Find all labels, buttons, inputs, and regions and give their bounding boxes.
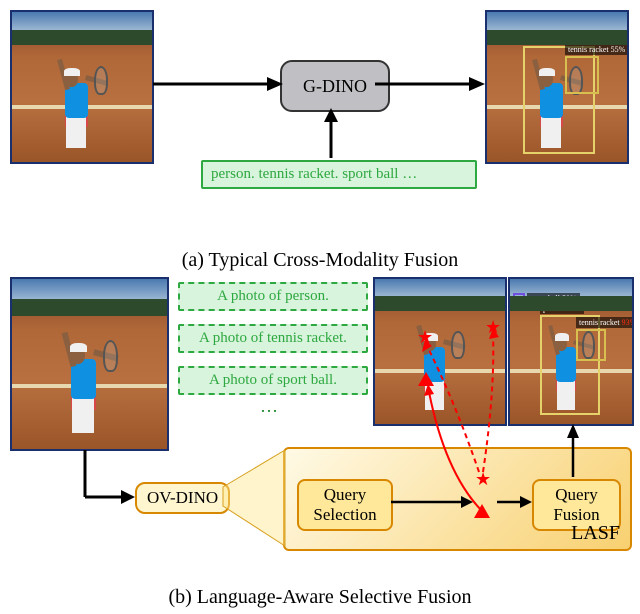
detection-racket-b: tennis racket 93% xyxy=(576,329,606,361)
ovdino-label: OV-DINO xyxy=(147,488,218,507)
mid-star-left: ★ xyxy=(417,327,433,348)
gdino-label: G-DINO xyxy=(303,76,367,97)
detection-racket-a: tennis racket 55% xyxy=(565,56,599,94)
detection-label-ball-b: sport ball 59% xyxy=(527,293,580,304)
caption-a: (a) Typical Cross-Modality Fusion xyxy=(5,249,635,272)
detection-label-racket-a: tennis racket 55% xyxy=(565,44,628,55)
lasf-star: ★ xyxy=(475,469,491,490)
lasf-triangle xyxy=(474,504,490,518)
lasf-label: LASF xyxy=(571,522,620,545)
prompt-text-a: person. tennis racket. sport ball … xyxy=(201,160,477,189)
mid-star-right: ★ xyxy=(485,317,501,338)
detection-label-person-a: person 63% xyxy=(523,34,567,45)
caption-b: (b) Language-Aware Selective Fusion xyxy=(5,586,635,609)
figure-container: G-DINO person. tennis racket. sport ball… xyxy=(5,5,635,609)
query-selection-box: Query Selection xyxy=(297,479,393,531)
prompts-ellipsis: … xyxy=(260,396,280,417)
prompt-racket: A photo of tennis racket. xyxy=(178,324,368,353)
mid-triangle xyxy=(418,372,434,386)
input-image-a xyxy=(10,10,154,164)
prompt-ball: A photo of sport ball. xyxy=(178,366,368,395)
detection-label-person-b: person 87% xyxy=(540,303,584,314)
mid-image-b xyxy=(373,277,507,426)
output-image-a: person 63% tennis racket 55% xyxy=(485,10,629,164)
output-image-b: sport ball 59% person 87% tennis racket … xyxy=(508,277,634,426)
ovdino-box: OV-DINO xyxy=(135,482,230,514)
gdino-box: G-DINO xyxy=(280,60,390,112)
lasf-box: Query Selection Query Fusion ★ LASF xyxy=(283,447,632,551)
section-b: A photo of person. A photo of tennis rac… xyxy=(5,272,635,582)
detection-ball-b: sport ball 59% xyxy=(513,293,525,305)
section-a: G-DINO person. tennis racket. sport ball… xyxy=(5,5,635,245)
detection-label-racket-b: tennis racket 93% xyxy=(576,317,634,328)
input-image-b xyxy=(10,277,169,451)
prompt-person: A photo of person. xyxy=(178,282,368,311)
